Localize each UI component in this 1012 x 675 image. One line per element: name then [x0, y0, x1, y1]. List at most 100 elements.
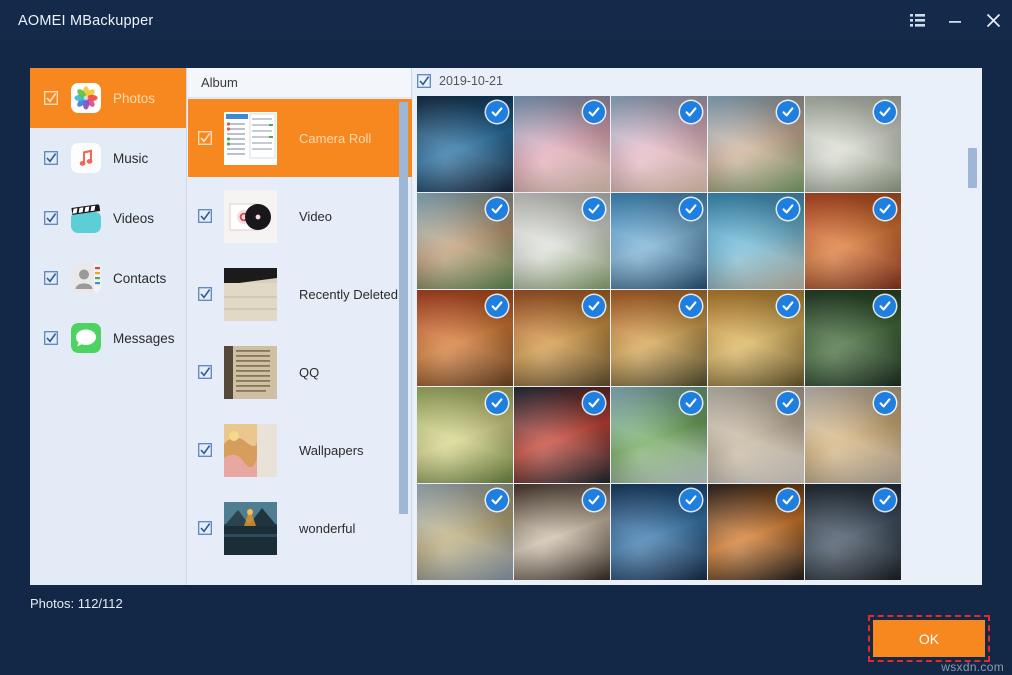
photo-thumbnail[interactable] — [708, 484, 804, 580]
close-button[interactable] — [974, 0, 1012, 41]
album-thumbnail — [224, 112, 277, 165]
photo-thumbnail[interactable] — [514, 193, 610, 289]
sidebar-item-label: Contacts — [113, 271, 166, 286]
photo-check-icon[interactable] — [777, 295, 799, 317]
music-icon — [71, 143, 101, 173]
album-item-wallpapers[interactable]: Wallpapers — [188, 411, 412, 489]
photo-check-icon[interactable] — [486, 489, 508, 511]
album-item-video[interactable]: Video — [188, 177, 412, 255]
photo-check-icon[interactable] — [680, 198, 702, 220]
photo-grid-panel: 2019-10-21 — [413, 68, 982, 585]
photo-check-icon[interactable] — [486, 295, 508, 317]
photo-thumbnail[interactable] — [708, 387, 804, 483]
photo-check-icon[interactable] — [486, 198, 508, 220]
photos-icon — [71, 83, 101, 113]
sidebar-item-videos[interactable]: Videos — [30, 188, 186, 248]
checkbox-music[interactable] — [44, 151, 58, 165]
photo-thumbnail[interactable] — [417, 193, 513, 289]
checkbox-contacts[interactable] — [44, 271, 58, 285]
photo-thumbnail[interactable] — [417, 96, 513, 192]
photo-thumbnail[interactable] — [611, 387, 707, 483]
photo-check-icon[interactable] — [874, 198, 896, 220]
photo-check-icon[interactable] — [583, 489, 605, 511]
photo-check-icon[interactable] — [777, 198, 799, 220]
album-scrollbar[interactable] — [399, 102, 408, 550]
ok-button[interactable]: OK — [873, 620, 985, 657]
album-item-recently-deleted[interactable]: Recently Deleted — [188, 255, 412, 333]
photo-thumbnail[interactable] — [805, 96, 901, 192]
album-item-wonderful[interactable]: wonderful — [188, 489, 412, 567]
list-icon — [910, 14, 925, 27]
photo-check-icon[interactable] — [486, 101, 508, 123]
photo-check-icon[interactable] — [486, 392, 508, 414]
photo-check-icon[interactable] — [583, 392, 605, 414]
checkbox-wonderful[interactable] — [198, 521, 212, 535]
checkbox-messages[interactable] — [44, 331, 58, 345]
photo-thumbnail[interactable] — [708, 290, 804, 386]
sidebar-item-label: Videos — [113, 211, 154, 226]
photo-thumbnail[interactable] — [805, 484, 901, 580]
messages-icon — [71, 323, 101, 353]
checkbox-photos[interactable] — [44, 91, 58, 105]
sidebar-item-label: Messages — [113, 331, 175, 346]
album-item-label: QQ — [299, 365, 319, 380]
photo-thumbnail[interactable] — [611, 193, 707, 289]
checkbox-qq[interactable] — [198, 365, 212, 379]
menu-list-button[interactable] — [898, 0, 936, 41]
checkbox-wallpapers[interactable] — [198, 443, 212, 457]
photo-check-icon[interactable] — [583, 295, 605, 317]
album-item-label: Recently Deleted — [299, 287, 398, 302]
photo-check-icon[interactable] — [680, 295, 702, 317]
checkbox-recently-deleted[interactable] — [198, 287, 212, 301]
category-sidebar: Photos — [30, 68, 187, 585]
album-item-qq[interactable]: QQ — [188, 333, 412, 411]
checkbox-camera-roll[interactable] — [198, 131, 212, 145]
minimize-button[interactable] — [936, 0, 974, 41]
checkbox-video[interactable] — [198, 209, 212, 223]
sidebar-item-photos[interactable]: Photos — [30, 68, 186, 128]
album-list[interactable]: Camera Roll — [188, 99, 412, 585]
photo-thumbnail[interactable] — [417, 484, 513, 580]
album-scrollbar-thumb[interactable] — [399, 102, 408, 514]
date-group-header[interactable]: 2019-10-21 — [413, 68, 982, 90]
status-count: Photos: 112/112 — [30, 596, 123, 611]
checkbox-videos[interactable] — [44, 211, 58, 225]
photo-check-icon[interactable] — [777, 489, 799, 511]
sidebar-item-messages[interactable]: Messages — [30, 308, 186, 368]
photo-thumbnail[interactable] — [611, 484, 707, 580]
photo-thumbnail[interactable] — [708, 193, 804, 289]
photo-check-icon[interactable] — [680, 489, 702, 511]
photo-check-icon[interactable] — [874, 295, 896, 317]
photo-thumbnail[interactable] — [708, 96, 804, 192]
sidebar-item-contacts[interactable]: Contacts — [30, 248, 186, 308]
footer-bar: Photos: 112/112 — [0, 585, 1012, 675]
date-group-label: 2019-10-21 — [439, 74, 503, 88]
photo-thumbnail[interactable] — [514, 387, 610, 483]
album-item-camera-roll[interactable]: Camera Roll — [188, 99, 412, 177]
photo-thumbnail[interactable] — [805, 387, 901, 483]
sidebar-item-music[interactable]: Music — [30, 128, 186, 188]
app-title: AOMEI MBackupper — [18, 13, 153, 29]
photo-thumbnail[interactable] — [417, 290, 513, 386]
photo-check-icon[interactable] — [777, 392, 799, 414]
photo-check-icon[interactable] — [777, 101, 799, 123]
photo-check-icon[interactable] — [874, 489, 896, 511]
photo-check-icon[interactable] — [874, 392, 896, 414]
photo-thumbnail[interactable] — [805, 193, 901, 289]
photo-thumbnail[interactable] — [514, 290, 610, 386]
photo-check-icon[interactable] — [874, 101, 896, 123]
photo-check-icon[interactable] — [583, 101, 605, 123]
photo-check-icon[interactable] — [680, 392, 702, 414]
photo-thumbnail[interactable] — [805, 290, 901, 386]
photo-thumbnail[interactable] — [514, 484, 610, 580]
photo-thumbnail[interactable] — [514, 96, 610, 192]
album-item-label: Camera Roll — [299, 131, 371, 146]
photo-thumbnail[interactable] — [417, 387, 513, 483]
window-controls — [898, 0, 1012, 41]
photo-thumbnail[interactable] — [611, 96, 707, 192]
photo-grid-scrollbar-thumb[interactable] — [968, 148, 977, 188]
photo-thumbnail[interactable] — [611, 290, 707, 386]
photo-check-icon[interactable] — [583, 198, 605, 220]
photo-check-icon[interactable] — [680, 101, 702, 123]
checkbox-date-group[interactable] — [417, 74, 431, 88]
